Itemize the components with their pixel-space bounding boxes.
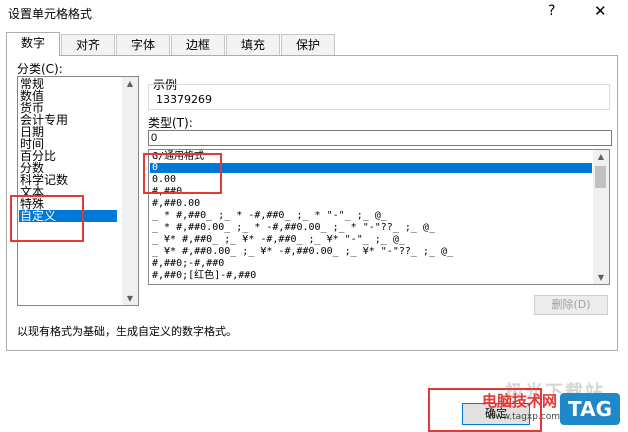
tab-font[interactable]: 字体 <box>116 34 170 55</box>
format-item[interactable]: _ * #,##0.00_ ;_ * -#,##0.00_ ;_ * "-"??… <box>152 223 441 233</box>
format-item[interactable]: #,##0;-#,##0 <box>152 259 224 269</box>
scroll-up-icon[interactable]: ▲ <box>122 79 138 88</box>
format-scrollbar[interactable]: ▲ ▼ <box>593 150 609 284</box>
tab-border[interactable]: 边框 <box>171 34 225 55</box>
category-list[interactable]: 常规 数值 货币 会计专用 日期 时间 百分比 分数 科学记数 文本 特殊 自定… <box>17 76 139 306</box>
scroll-down-icon[interactable]: ▼ <box>593 273 609 282</box>
watermark-badge: TAG <box>560 393 620 425</box>
type-input[interactable] <box>148 130 612 146</box>
format-item[interactable]: _ * #,##0_ ;_ * -#,##0_ ;_ * "-"_ ;_ @_ <box>152 211 393 221</box>
title-bar <box>0 0 628 28</box>
category-scrollbar[interactable]: ▲ ▼ <box>122 77 138 305</box>
format-item[interactable]: _ ¥* #,##0.00_ ;_ ¥* -#,##0.00_ ;_ ¥* "-… <box>152 247 459 257</box>
tab-bar: 数字 对齐 字体 边框 填充 保护 <box>6 32 336 56</box>
highlight-box-category <box>10 195 84 242</box>
tab-alignment[interactable]: 对齐 <box>61 34 115 55</box>
scroll-down-icon[interactable]: ▼ <box>122 294 138 303</box>
format-item[interactable]: #,##0;[红色]-#,##0 <box>152 271 256 281</box>
description-text: 以现有格式为基础，生成自定义的数字格式。 <box>17 325 237 338</box>
close-icon[interactable]: ✕ <box>594 2 607 20</box>
help-icon[interactable]: ? <box>548 3 555 19</box>
scroll-up-icon[interactable]: ▲ <box>593 152 609 161</box>
dialog-title: 设置单元格格式 <box>8 7 93 21</box>
tab-number[interactable]: 数字 <box>6 32 60 56</box>
highlight-box-ok <box>428 388 542 432</box>
category-label: 分类(C): <box>17 62 63 76</box>
delete-button[interactable]: 删除(D) <box>534 295 608 315</box>
tab-fill[interactable]: 填充 <box>226 34 280 55</box>
tab-protection[interactable]: 保护 <box>281 34 335 55</box>
highlight-box-format <box>143 153 222 194</box>
type-label: 类型(T): <box>148 116 193 130</box>
format-item[interactable]: _ ¥* #,##0_ ;_ ¥* -#,##0_ ;_ ¥* "-"_ ;_ … <box>152 235 411 245</box>
format-item[interactable]: #,##0.00 <box>152 199 200 209</box>
scroll-thumb[interactable] <box>595 166 606 188</box>
sample-value: 13379269 <box>156 93 212 106</box>
sample-box <box>148 84 610 110</box>
